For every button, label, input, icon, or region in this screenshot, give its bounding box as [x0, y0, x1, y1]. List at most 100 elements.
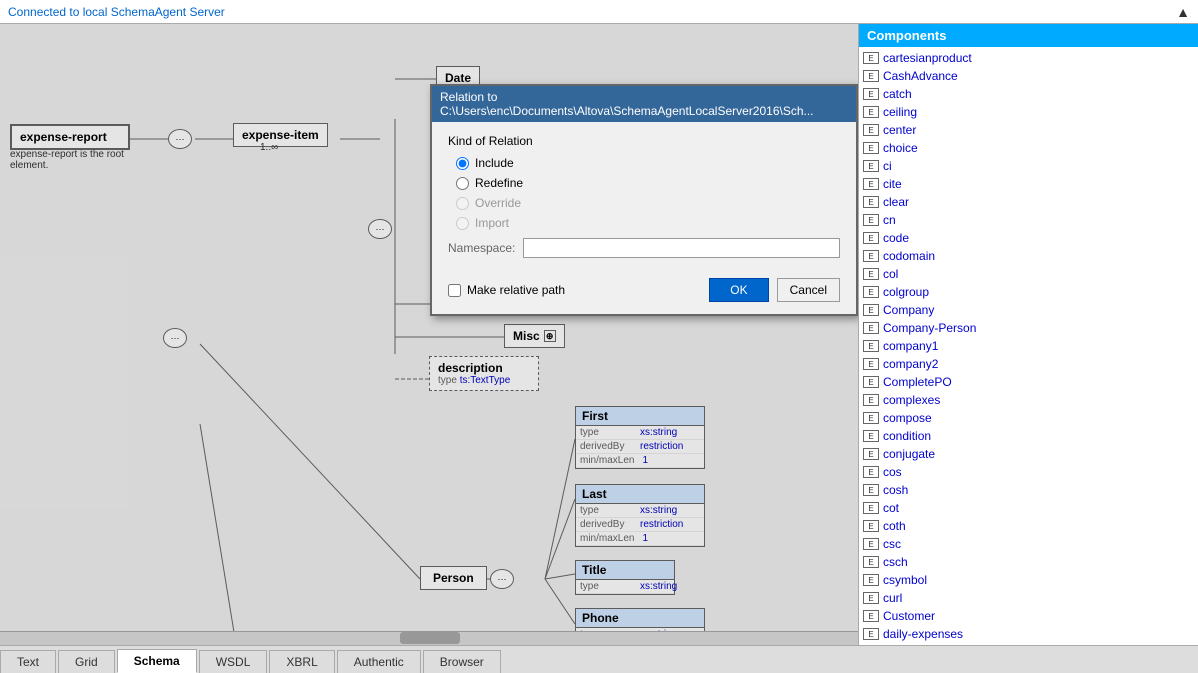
- title-bar-close[interactable]: ▲: [1176, 4, 1190, 20]
- comp-icon: E: [863, 538, 879, 550]
- make-relative-label: Make relative path: [467, 283, 565, 297]
- radio-override-input[interactable]: [456, 197, 469, 210]
- title-bar: Connected to local SchemaAgent Server ▲: [0, 0, 1198, 24]
- namespace-input[interactable]: [523, 238, 840, 258]
- comp-icon: E: [863, 574, 879, 586]
- comp-icon: E: [863, 70, 879, 82]
- component-item-cartesianproduct[interactable]: Ecartesianproduct: [859, 49, 1198, 67]
- bottom-tabs: TextGridSchemaWSDLXBRLAuthenticBrowser: [0, 645, 1198, 673]
- tab-schema[interactable]: Schema: [117, 649, 197, 673]
- comp-icon: E: [863, 286, 879, 298]
- component-item-ci[interactable]: Eci: [859, 157, 1198, 175]
- cancel-button[interactable]: Cancel: [777, 278, 840, 302]
- modal-title: Relation to C:\Users\enc\Documents\Altov…: [440, 90, 848, 118]
- component-item-conjugate[interactable]: Econjugate: [859, 445, 1198, 463]
- component-item-colgroup[interactable]: Ecolgroup: [859, 283, 1198, 301]
- namespace-row: Namespace:: [448, 238, 840, 258]
- component-item-company2[interactable]: Ecompany2: [859, 355, 1198, 373]
- component-item-customer[interactable]: ECustomer: [859, 607, 1198, 625]
- comp-icon: E: [863, 178, 879, 190]
- modal-footer: Make relative path OK Cancel: [432, 270, 856, 314]
- modal-title-bar: Relation to C:\Users\enc\Documents\Altov…: [432, 86, 856, 122]
- tab-wsdl[interactable]: WSDL: [199, 650, 268, 673]
- comp-icon: E: [863, 520, 879, 532]
- comp-icon: E: [863, 214, 879, 226]
- namespace-label: Namespace:: [448, 241, 515, 255]
- comp-icon: E: [863, 430, 879, 442]
- app-container: Connected to local SchemaAgent Server ▲: [0, 0, 1198, 673]
- component-item-codomain[interactable]: Ecodomain: [859, 247, 1198, 265]
- component-item-compose[interactable]: Ecompose: [859, 409, 1198, 427]
- tab-xbrl[interactable]: XBRL: [269, 650, 334, 673]
- component-item-ceiling[interactable]: Eceiling: [859, 103, 1198, 121]
- comp-icon: E: [863, 394, 879, 406]
- component-item-col[interactable]: Ecol: [859, 265, 1198, 283]
- radio-import-input[interactable]: [456, 217, 469, 230]
- comp-icon: E: [863, 160, 879, 172]
- comp-icon: E: [863, 52, 879, 64]
- tab-browser[interactable]: Browser: [423, 650, 501, 673]
- component-item-cashadvance[interactable]: ECashAdvance: [859, 67, 1198, 85]
- radio-import-label: Import: [475, 216, 509, 230]
- comp-icon: E: [863, 106, 879, 118]
- radio-redefine-label: Redefine: [475, 176, 523, 190]
- component-item-company[interactable]: ECompany: [859, 301, 1198, 319]
- component-item-code[interactable]: Ecode: [859, 229, 1198, 247]
- component-item-center[interactable]: Ecenter: [859, 121, 1198, 139]
- comp-icon: E: [863, 412, 879, 424]
- comp-icon: E: [863, 484, 879, 496]
- component-item-cos[interactable]: Ecos: [859, 463, 1198, 481]
- comp-icon: E: [863, 556, 879, 568]
- comp-icon: E: [863, 376, 879, 388]
- comp-icon: E: [863, 592, 879, 604]
- comp-icon: E: [863, 340, 879, 352]
- comp-icon: E: [863, 466, 879, 478]
- component-item-cn[interactable]: Ecn: [859, 211, 1198, 229]
- modal-buttons: OK Cancel: [709, 278, 840, 302]
- tab-text[interactable]: Text: [0, 650, 56, 673]
- radio-import[interactable]: Import: [456, 216, 840, 230]
- radio-include-input[interactable]: [456, 157, 469, 170]
- component-item-completepo[interactable]: ECompletePO: [859, 373, 1198, 391]
- component-item-csc[interactable]: Ecsc: [859, 535, 1198, 553]
- components-panel: Components EcartesianproductECashAdvance…: [858, 24, 1198, 645]
- radio-override[interactable]: Override: [456, 196, 840, 210]
- component-item-choice[interactable]: Echoice: [859, 139, 1198, 157]
- component-item-coth[interactable]: Ecoth: [859, 517, 1198, 535]
- component-item-cot[interactable]: Ecot: [859, 499, 1198, 517]
- content-area: expense-report expense-report is the roo…: [0, 24, 1198, 645]
- component-item-complexes[interactable]: Ecomplexes: [859, 391, 1198, 409]
- radio-include[interactable]: Include: [456, 156, 840, 170]
- comp-icon: E: [863, 124, 879, 136]
- radio-redefine[interactable]: Redefine: [456, 176, 840, 190]
- tab-grid[interactable]: Grid: [58, 650, 115, 673]
- ok-button[interactable]: OK: [709, 278, 768, 302]
- make-relative-checkbox[interactable]: [448, 284, 461, 297]
- comp-icon: E: [863, 250, 879, 262]
- component-item-clear[interactable]: Eclear: [859, 193, 1198, 211]
- component-item-csch[interactable]: Ecsch: [859, 553, 1198, 571]
- component-item-company-person[interactable]: ECompany-Person: [859, 319, 1198, 337]
- component-item-csymbol[interactable]: Ecsymbol: [859, 571, 1198, 589]
- comp-icon: E: [863, 196, 879, 208]
- comp-icon: E: [863, 268, 879, 280]
- comp-icon: E: [863, 232, 879, 244]
- component-item-company1[interactable]: Ecompany1: [859, 337, 1198, 355]
- component-item-daily-expenses[interactable]: Edaily-expenses: [859, 625, 1198, 643]
- component-item-cosh[interactable]: Ecosh: [859, 481, 1198, 499]
- radio-redefine-input[interactable]: [456, 177, 469, 190]
- main-canvas[interactable]: expense-report expense-report is the roo…: [0, 24, 858, 645]
- component-item-cite[interactable]: Ecite: [859, 175, 1198, 193]
- component-item-curl[interactable]: Ecurl: [859, 589, 1198, 607]
- component-item-catch[interactable]: Ecatch: [859, 85, 1198, 103]
- tab-authentic[interactable]: Authentic: [337, 650, 421, 673]
- comp-icon: E: [863, 448, 879, 460]
- title-bar-text: Connected to local SchemaAgent Server: [8, 5, 225, 19]
- make-relative-checkbox-row: Make relative path: [448, 283, 565, 297]
- modal-section-label: Kind of Relation: [448, 134, 840, 148]
- components-header: Components: [859, 24, 1198, 47]
- comp-icon: E: [863, 304, 879, 316]
- component-item-condition[interactable]: Econdition: [859, 427, 1198, 445]
- components-list[interactable]: EcartesianproductECashAdvanceEcatchEceil…: [859, 47, 1198, 645]
- radio-include-label: Include: [475, 156, 514, 170]
